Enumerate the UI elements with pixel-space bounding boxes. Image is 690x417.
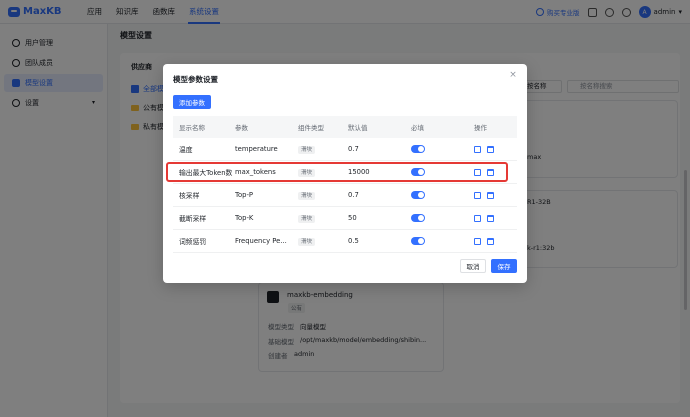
component-type-tag: 滑块 <box>298 192 316 200</box>
required-toggle[interactable] <box>411 237 425 245</box>
component-type-tag: 滑块 <box>298 146 316 154</box>
add-param-button[interactable]: 添加参数 <box>173 95 211 109</box>
delete-icon[interactable] <box>487 214 494 222</box>
close-icon[interactable]: × <box>508 70 518 80</box>
component-type-tag: 滑块 <box>298 238 316 246</box>
save-button[interactable]: 保存 <box>491 259 517 273</box>
cell-name: 截断采样 <box>179 215 207 223</box>
cell-name: 词频惩罚 <box>179 238 207 246</box>
edit-icon[interactable] <box>474 237 481 245</box>
col-header: 必填 <box>411 124 424 132</box>
col-header: 参数 <box>235 124 248 132</box>
param-table: 显示名称 参数 组件类型 默认值 必填 操作 温度 temperature 滑块… <box>173 116 517 253</box>
cell-name: 核采样 <box>179 192 200 200</box>
required-toggle[interactable] <box>411 191 425 199</box>
table-row: 截断采样 Top-K 滑块 50 <box>173 207 517 230</box>
delete-icon[interactable] <box>487 191 494 199</box>
table-row: 核采样 Top-P 滑块 0.7 <box>173 184 517 207</box>
edit-icon[interactable] <box>474 214 481 222</box>
cell-default: 0.7 <box>348 145 359 153</box>
table-row: 词频惩罚 Frequency Pe... 滑块 0.5 <box>173 230 517 253</box>
cell-default: 0.5 <box>348 237 359 245</box>
component-type-tag: 滑块 <box>298 215 316 223</box>
cell-param: Top-K <box>235 214 254 222</box>
highlight-annotation <box>166 162 508 182</box>
cell-param: Frequency Pe... <box>235 237 287 245</box>
col-header: 显示名称 <box>179 124 205 132</box>
required-toggle[interactable] <box>411 214 425 222</box>
cell-param: temperature <box>235 145 278 153</box>
col-header: 默认值 <box>348 124 368 132</box>
param-settings-dialog: 模型参数设置 × 添加参数 显示名称 参数 组件类型 默认值 必填 操作 温度 … <box>163 64 527 283</box>
delete-icon[interactable] <box>487 145 494 153</box>
edit-icon[interactable] <box>474 145 481 153</box>
cell-default: 0.7 <box>348 191 359 199</box>
col-header: 操作 <box>474 124 487 132</box>
col-header: 组件类型 <box>298 124 324 132</box>
edit-icon[interactable] <box>474 191 481 199</box>
table-header: 显示名称 参数 组件类型 默认值 必填 操作 <box>173 116 517 138</box>
cell-param: Top-P <box>235 191 254 199</box>
table-row: 温度 temperature 滑块 0.7 <box>173 138 517 161</box>
cell-name: 温度 <box>179 146 193 154</box>
required-toggle[interactable] <box>411 145 425 153</box>
delete-icon[interactable] <box>487 237 494 245</box>
dialog-title: 模型参数设置 <box>173 75 218 84</box>
cell-default: 50 <box>348 214 357 222</box>
cancel-button[interactable]: 取消 <box>460 259 486 273</box>
